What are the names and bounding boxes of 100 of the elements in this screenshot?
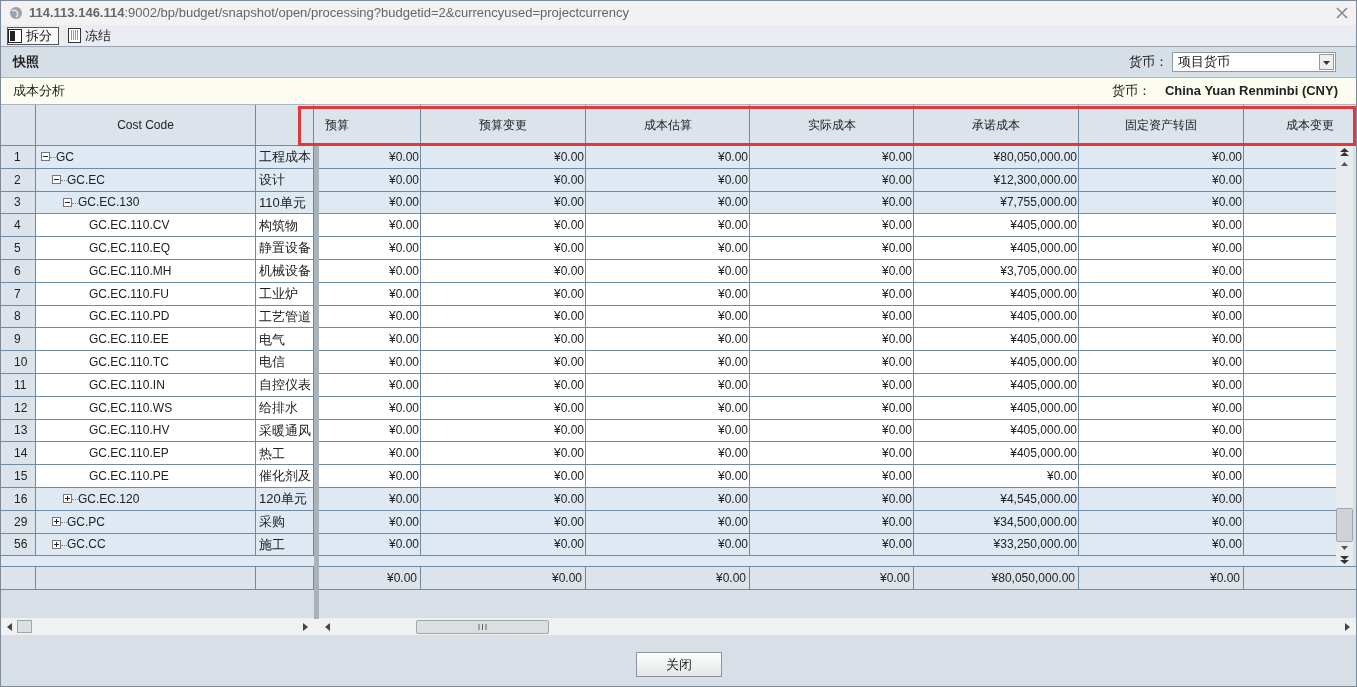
table-cell-text: GC.CC — [67, 536, 106, 554]
scroll-left-icon[interactable] — [7, 622, 13, 631]
toolbar-button[interactable]: 冻结 — [67, 26, 118, 45]
column-header[interactable]: 承诺成本 — [914, 105, 1079, 145]
table-cell: ¥0.00 — [319, 282, 421, 305]
table-row[interactable]: 4 GC.EC.110.CV 构筑物 ¥0.00 ¥0.00 ¥0.00 ¥0.00 ¥405,000.00 ¥0.00 — [1, 214, 1336, 238]
table-cell: ¥0.00 — [750, 533, 914, 556]
table-cell: ¥0.00 — [319, 533, 421, 556]
row-number: 3 — [1, 191, 36, 214]
table-cell: ¥0.00 — [586, 442, 750, 465]
table-cell: ¥0.00 — [319, 419, 421, 442]
table-cell-text: GC.EC.110.FU — [89, 285, 169, 303]
table-cell: ¥0.00 — [319, 305, 421, 328]
table-row[interactable]: 5 GC.EC.110.EQ 静置设备 ¥0.00 ¥0.00 ¥0.00 ¥0.00 ¥405,000.00 ¥0.00 — [1, 237, 1336, 260]
table-row[interactable]: 1 GC 工程成本 ¥0.00 ¥0.00 ¥0.00 ¥0.00 ¥80,050,000.00 ¥0.00 — [1, 146, 1336, 169]
currency-select[interactable]: 项目货币 — [1172, 52, 1336, 72]
collapse-icon[interactable] — [52, 175, 61, 185]
table-row[interactable]: 8 GC.EC.110.PD 工艺管道 ¥0.00 ¥0.00 ¥0.00 ¥0.00 ¥405,000.00 ¥0.00 — [1, 305, 1336, 329]
table-row[interactable]: 2 GC.EC 设计 ¥0.00 ¥0.00 ¥0.00 ¥0.00 ¥12,300,000.00 ¥0.00 — [1, 168, 1336, 192]
table-row[interactable]: 7 GC.EC.110.FU 工业炉 ¥0.00 ¥0.00 ¥0.00 ¥0.00 ¥405,000.00 ¥0.00 — [1, 282, 1336, 306]
column-header[interactable]: Cost Code — [36, 105, 256, 145]
column-header[interactable]: 实际成本 — [750, 105, 914, 145]
grip-icon — [478, 623, 487, 630]
table-cell-text: GC.EC.110.IN — [89, 376, 165, 394]
table-row[interactable]: 3 GC.EC.130 110单元 ¥0.00 ¥0.00 ¥0.00 ¥0.00 ¥7,755,000.00 ¥0.00 — [1, 191, 1336, 215]
table-cell: ¥0.00 — [586, 237, 750, 259]
table-row[interactable]: 11 GC.EC.110.IN 自控仪表 ¥0.00 ¥0.00 ¥0.00 ¥0.00 ¥405,000.00 ¥0.00 — [1, 373, 1336, 397]
table-cell: ¥0.00 — [750, 260, 914, 282]
table-row[interactable]: 56 GC.CC 施工 ¥0.00 ¥0.00 ¥0.00 ¥0.00 ¥33,250,000.00 ¥0.00 — [1, 533, 1336, 557]
table-cell: ¥405,000.00 — [914, 442, 1079, 465]
scroll-thumb[interactable] — [416, 619, 549, 634]
table-cell: 电气 — [256, 328, 314, 351]
table-cell-text: GC.EC.110.EE — [89, 331, 169, 349]
table-cell-text: GC.EC.110.PD — [89, 308, 170, 326]
total-cell: ¥0.00 — [319, 567, 421, 589]
scroll-left-icon[interactable] — [325, 622, 331, 631]
table-cell: 电信 — [256, 351, 314, 373]
table-cell-text: GC.EC.120 — [78, 490, 140, 508]
table-cell: ¥0.00 — [421, 373, 586, 396]
section-title: 成本分析 — [13, 82, 65, 101]
table-row[interactable]: 14 GC.EC.110.EP 热工 ¥0.00 ¥0.00 ¥0.00 ¥0.00 ¥405,000.00 ¥0.00 — [1, 442, 1336, 466]
column-header[interactable]: 成本估算 — [586, 105, 750, 145]
table-cell: ¥80,050,000.00 — [914, 146, 1079, 168]
table-row[interactable]: 29 GC.PC 采购 ¥0.00 ¥0.00 ¥0.00 ¥0.00 ¥34,500,000.00 ¥0.00 — [1, 510, 1336, 534]
row-number: 2 — [1, 168, 36, 191]
table-cell: ¥0.00 — [421, 419, 586, 442]
row-number: 13 — [1, 419, 36, 442]
table-cell: ¥0.00 — [750, 396, 914, 419]
table-cell: ¥0.00 — [586, 533, 750, 556]
row-number: 7 — [1, 282, 36, 305]
table-row[interactable]: 12 GC.EC.110.WS 给排水 ¥0.00 ¥0.00 ¥0.00 ¥0.00 ¥405,000.00 ¥0.00 — [1, 396, 1336, 420]
table-cell: ¥405,000.00 — [914, 396, 1079, 419]
table-cell: ¥0.00 — [319, 396, 421, 419]
table-row[interactable]: 9 GC.EC.110.EE 电气 ¥0.00 ¥0.00 ¥0.00 ¥0.00 ¥405,000.00 ¥0.00 — [1, 328, 1336, 352]
vertical-scrollbar[interactable] — [1336, 146, 1353, 566]
table-cell: ¥0.00 — [750, 465, 914, 487]
scroll-thumb[interactable] — [17, 620, 32, 633]
table-cell: ¥0.00 — [1079, 373, 1244, 396]
column-header[interactable]: 成本变更 — [1244, 105, 1336, 145]
column-header[interactable]: 预算变更 — [421, 105, 586, 145]
collapse-icon[interactable] — [63, 198, 72, 207]
table-cell: ¥0.00 — [1079, 328, 1244, 351]
expand-icon[interactable] — [63, 494, 72, 504]
table-row[interactable]: 16 GC.EC.120 120单元 ¥0.00 ¥0.00 ¥0.00 ¥0.00 ¥4,545,000.00 ¥0.00 — [1, 487, 1336, 511]
expand-icon[interactable] — [52, 539, 61, 549]
column-header[interactable]: 预算 — [319, 105, 421, 145]
table-cell: 催化剂及 — [256, 465, 314, 487]
table-row[interactable]: 15 GC.EC.110.PE 催化剂及 ¥0.00 ¥0.00 ¥0.00 ¥0.00 ¥0.00 ¥0.00 — [1, 465, 1336, 488]
close-icon[interactable] — [1336, 7, 1348, 19]
close-button[interactable]: 关闭 — [635, 652, 722, 677]
table-cell: ¥0.00 — [421, 305, 586, 328]
row-number: 15 — [1, 465, 36, 487]
table-cell: 给排水 — [256, 396, 314, 419]
table-cell: 热工 — [256, 442, 314, 465]
toolbar-button[interactable]: 拆分 — [7, 26, 59, 45]
column-header[interactable]: 固定资产转固 — [1079, 105, 1244, 145]
collapse-icon[interactable] — [41, 152, 50, 162]
table-cell-text: GC.EC — [67, 171, 105, 189]
table-cell-text: GC.EC.110.EP — [89, 445, 169, 463]
table-cell: 110单元 — [256, 191, 314, 214]
table-row[interactable]: 13 GC.EC.110.HV 采暖通风 ¥0.00 ¥0.00 ¥0.00 ¥0.00 ¥405,000.00 ¥0.00 — [1, 419, 1336, 443]
table-cell: ¥0.00 — [421, 487, 586, 510]
table-cell-text: GC.EC.110.EQ — [89, 240, 171, 258]
table-cell-text: GC.EC.110.TC — [89, 354, 169, 372]
table-cell: ¥0.00 — [319, 237, 421, 259]
table-cell: ¥405,000.00 — [914, 282, 1079, 305]
table-cell: ¥0.00 — [1079, 282, 1244, 305]
table-cell: ¥0.00 — [750, 442, 914, 465]
total-cell: ¥0.00 — [750, 567, 914, 589]
table-row[interactable]: 6 GC.EC.110.MH 机械设备 ¥0.00 ¥0.00 ¥0.00 ¥0.00 ¥3,705,000.00 ¥0.00 — [1, 260, 1336, 283]
table-cell: ¥0.00 — [1079, 533, 1244, 556]
scroll-right-icon[interactable] — [1344, 622, 1350, 631]
table-cell: ¥0.00 — [914, 465, 1079, 487]
table-cell: 机械设备 — [256, 260, 314, 282]
scroll-right-icon[interactable] — [302, 622, 308, 631]
expand-icon[interactable] — [52, 517, 61, 527]
scroll-thumb[interactable] — [1336, 508, 1353, 542]
table-row[interactable]: 10 GC.EC.110.TC 电信 ¥0.00 ¥0.00 ¥0.00 ¥0.00 ¥405,000.00 ¥0.00 — [1, 351, 1336, 374]
table-cell: ¥0.00 — [1079, 214, 1244, 237]
table-cell: ¥0.00 — [586, 396, 750, 419]
